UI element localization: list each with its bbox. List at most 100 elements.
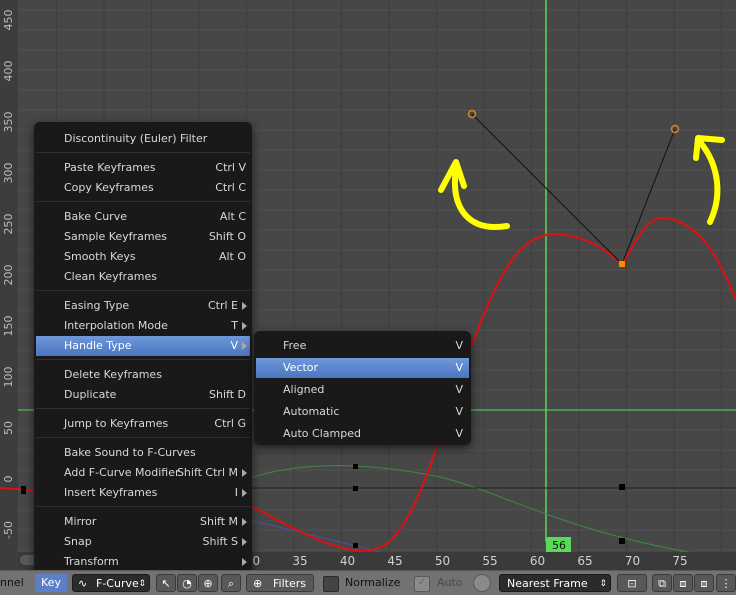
x-axis-label: 50 xyxy=(435,554,450,568)
handle-type-vector[interactable]: Vector V xyxy=(256,358,469,378)
menu-item-label: Free xyxy=(283,339,307,352)
menu-item-label: Smooth Keys xyxy=(64,250,136,263)
auto-checkbox[interactable]: ✓ xyxy=(414,576,430,592)
cursor-tool-button[interactable]: ↖ xyxy=(156,574,176,592)
menu-item-label: Aligned xyxy=(283,383,325,396)
plus-icon: ⊕ xyxy=(253,577,263,590)
menu-item-duplicate[interactable]: Duplicate Shift D xyxy=(36,385,250,405)
menu-item-clean-keyframes[interactable]: Clean Keyframes xyxy=(36,267,250,287)
menu-item-label: Snap xyxy=(64,535,92,548)
menu-item-shortcut: Alt C xyxy=(219,210,246,223)
extra-header-button[interactable]: ⋮ xyxy=(716,574,736,592)
menu-item-paste-keyframes[interactable]: Paste Keyframes Ctrl V xyxy=(36,158,250,178)
channel-menu[interactable]: nnel xyxy=(0,574,24,592)
menu-item-shortcut: I xyxy=(234,486,238,499)
menu-item-bake-curve[interactable]: Bake Curve Alt C xyxy=(36,207,250,227)
y-axis-label: 200 xyxy=(2,265,15,286)
menu-item-shortcut: T xyxy=(231,319,238,332)
current-frame-label: 56 xyxy=(552,539,566,552)
y-axis-label: 100 xyxy=(2,367,15,388)
keyframe[interactable] xyxy=(619,538,625,544)
menu-item-add-f-curve-modifier[interactable]: Add F-Curve Modifier Shift Ctrl M xyxy=(36,463,250,483)
y-axis-label: 300 xyxy=(2,163,15,184)
menu-item-shortcut: Shift D xyxy=(209,388,246,401)
menu-item-insert-keyframes[interactable]: Insert Keyframes I xyxy=(36,483,250,503)
menu-item-label: Automatic xyxy=(283,405,340,418)
keyframe[interactable] xyxy=(21,486,26,494)
x-axis-label: 45 xyxy=(387,554,402,568)
menu-item-shortcut: Ctrl V xyxy=(215,161,246,174)
menu-separator xyxy=(36,506,250,507)
y-axis-label: 150 xyxy=(2,316,15,337)
menu-item-jump-to-keyframes[interactable]: Jump to Keyframes Ctrl G xyxy=(36,414,250,434)
menu-item-shortcut: V xyxy=(455,361,463,374)
menu-item-discontinuity-euler-filter[interactable]: Discontinuity (Euler) Filter xyxy=(36,129,250,149)
keyframe-selected[interactable] xyxy=(619,261,625,267)
menu-item-mirror[interactable]: Mirror Shift M xyxy=(36,512,250,532)
keyframe[interactable] xyxy=(619,484,625,490)
snap-select[interactable]: Nearest Frame ⇕ xyxy=(499,574,611,592)
menu-item-label: Sample Keyframes xyxy=(64,230,168,243)
menu-item-delete-keyframes[interactable]: Delete Keyframes xyxy=(36,365,250,385)
keyframe[interactable] xyxy=(353,543,358,548)
menu-item-easing-type[interactable]: Easing Type Ctrl E xyxy=(36,296,250,316)
mode-select-label: F-Curve xyxy=(96,577,139,590)
paste-keyframes-icon-button[interactable]: ⧈ xyxy=(673,574,693,592)
pivot-button[interactable]: ⊕ xyxy=(198,574,218,592)
grip-icon: ⋮ xyxy=(720,577,732,590)
handle-type-aligned[interactable]: Aligned V xyxy=(256,380,469,400)
filters-button[interactable]: ⊕ Filters xyxy=(246,574,314,592)
menu-separator xyxy=(36,290,250,291)
submenu-arrow-icon xyxy=(242,469,247,477)
zoom-button[interactable]: ⌕ xyxy=(221,574,241,592)
cursor-icon: ↖ xyxy=(161,577,171,590)
normalize-checkbox[interactable] xyxy=(323,576,339,592)
x-axis-label: 65 xyxy=(577,554,592,568)
copy-icon: ⧉ xyxy=(658,577,666,590)
handle-type-auto-clamped[interactable]: Auto Clamped V xyxy=(256,424,469,444)
x-axis-label: 55 xyxy=(482,554,497,568)
y-axis-label: 0 xyxy=(2,476,15,483)
y-axis-label: 400 xyxy=(2,61,15,82)
handle-type-automatic[interactable]: Automatic V xyxy=(256,402,469,422)
normalize-label: Normalize xyxy=(345,576,401,589)
mode-select[interactable]: ∿ F-Curve ⇕ xyxy=(72,574,150,592)
menu-item-sample-keyframes[interactable]: Sample Keyframes Shift O xyxy=(36,227,250,247)
menu-item-smooth-keys[interactable]: Smooth Keys Alt O xyxy=(36,247,250,267)
menu-item-transform[interactable]: Transform xyxy=(36,552,250,572)
menu-item-shortcut: V xyxy=(455,427,463,440)
menu-item-copy-keyframes[interactable]: Copy Keyframes Ctrl C xyxy=(36,178,250,198)
menu-item-shortcut: Shift S xyxy=(202,535,238,548)
x-axis-label: 75 xyxy=(672,554,687,568)
submenu-arrow-icon xyxy=(242,518,247,526)
menu-item-label: Bake Sound to F-Curves xyxy=(64,446,196,459)
y-axis-label: 350 xyxy=(2,112,15,133)
menu-item-shortcut: V xyxy=(455,383,463,396)
menu-item-shortcut: Shift O xyxy=(208,230,246,243)
pivot-point-select[interactable]: ⊡ xyxy=(617,574,647,592)
auto-label: Auto xyxy=(437,576,463,589)
menu-item-label: Auto Clamped xyxy=(283,427,361,440)
menu-item-shortcut: V xyxy=(455,339,463,352)
copy-keyframes-icon-button[interactable]: ⧉ xyxy=(652,574,672,592)
submenu-arrow-icon xyxy=(242,558,247,566)
keyframe[interactable] xyxy=(353,464,358,469)
menu-item-snap[interactable]: Snap Shift S xyxy=(36,532,250,552)
pivot-icon: ⊕ xyxy=(203,577,213,590)
auto-mode-icon[interactable] xyxy=(473,574,491,592)
menu-item-shortcut: Shift M xyxy=(200,515,238,528)
menu-item-shortcut: V xyxy=(230,339,238,352)
keyframe[interactable] xyxy=(353,486,358,491)
menu-item-shortcut: Ctrl C xyxy=(215,181,246,194)
paste-icon: ⧈ xyxy=(679,577,687,590)
menu-item-interpolation-mode[interactable]: Interpolation Mode T xyxy=(36,316,250,336)
fcurve-icon: ∿ xyxy=(78,577,88,590)
menu-item-bake-sound-to-f-curves[interactable]: Bake Sound to F-Curves xyxy=(36,443,250,463)
menu-item-label: Discontinuity (Euler) Filter xyxy=(64,132,208,145)
menu-item-label: Jump to Keyframes xyxy=(64,417,169,430)
ghost-curves-button[interactable]: ◔ xyxy=(177,574,197,592)
handle-type-free[interactable]: Free V xyxy=(256,336,469,356)
menu-item-handle-type[interactable]: Handle Type V xyxy=(36,336,250,356)
paste-flipped-icon-button[interactable]: ⧈ xyxy=(694,574,714,592)
key-menu[interactable]: Key xyxy=(35,574,67,592)
